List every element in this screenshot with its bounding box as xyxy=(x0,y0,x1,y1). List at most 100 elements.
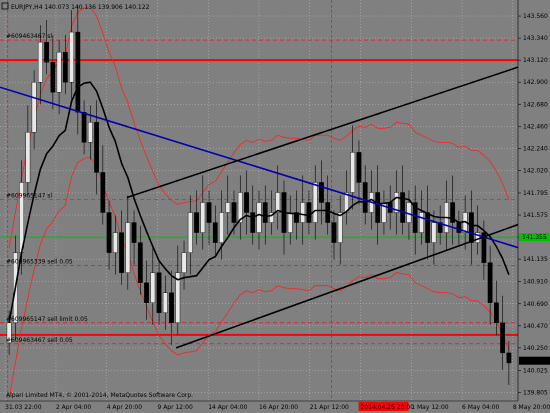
candle-body xyxy=(375,192,381,223)
candle-body xyxy=(75,31,81,113)
green-price-label: 141.355 xyxy=(522,234,547,241)
candle-body xyxy=(131,222,137,243)
time-label: 16 Apr 20:00 xyxy=(259,404,298,411)
candle-body xyxy=(162,292,168,313)
price-label: 142.240 xyxy=(523,145,548,152)
candle-body xyxy=(431,222,437,243)
candle-body xyxy=(231,202,237,223)
price-label: 140.250 xyxy=(523,345,548,352)
price-label: 142.460 xyxy=(523,123,548,130)
order-label: #609965339 sell 0.05 xyxy=(6,259,73,266)
candle-body xyxy=(425,212,431,243)
chart-header-text: EURJPY,H4 140.073 140.136 139.906 140.12… xyxy=(11,4,150,11)
candle-body xyxy=(325,202,331,223)
copyright-text: Alpari Limited MT4, © 2001-2014, MetaQuo… xyxy=(6,392,193,399)
candle-body xyxy=(137,242,143,283)
time-label: 2014.04.25 20:00 xyxy=(361,404,415,411)
candle-body xyxy=(69,31,74,83)
price-label: 141.135 xyxy=(523,256,548,263)
candle-body xyxy=(287,212,293,233)
candle-body xyxy=(456,222,462,233)
time-label: 4 Apr 20:00 xyxy=(107,404,142,411)
candle-body xyxy=(194,212,199,233)
candle-body xyxy=(356,152,362,183)
candle-body xyxy=(206,202,212,223)
current-price-label: 140.122 xyxy=(522,358,547,365)
price-label: 143.560 xyxy=(523,13,548,20)
candle-body xyxy=(350,152,356,193)
candle-body xyxy=(200,202,206,233)
price-label: 140.910 xyxy=(523,279,548,286)
order-label: #609965147 sl xyxy=(6,192,52,199)
candle-body xyxy=(106,212,112,253)
candle-body xyxy=(244,192,249,213)
chart-window[interactable]: #609463467 sl #609965147 sl #609965339 sel… xyxy=(0,0,550,413)
candle-body xyxy=(312,182,318,223)
time-axis: 31.03 22:00 2 Apr 04:00 4 Apr 20:00 9 Apr 1… xyxy=(0,400,550,411)
candle-body xyxy=(300,202,306,223)
candle-body xyxy=(275,192,281,213)
candle-body xyxy=(362,182,368,213)
candle-body xyxy=(219,212,224,243)
candle-body xyxy=(150,272,156,303)
price-label: 142.680 xyxy=(523,101,548,108)
candle-body xyxy=(500,322,506,354)
price-label: 141.575 xyxy=(523,212,548,219)
candle-body xyxy=(169,292,174,324)
time-label: 6 May 04:00 xyxy=(462,404,500,411)
candle-body xyxy=(331,222,337,243)
candle-body xyxy=(493,302,499,324)
candle-body xyxy=(94,122,99,173)
order-label: #609463467 sl xyxy=(6,33,52,40)
candle-body xyxy=(31,82,37,133)
order-label: #609463467 sell 0.05 xyxy=(6,337,73,344)
trendline-channel-upper[interactable] xyxy=(126,66,519,199)
candle-body xyxy=(62,51,68,83)
candle-body xyxy=(25,132,31,183)
candle-body xyxy=(262,202,268,223)
candle-body xyxy=(37,41,43,83)
candle-body xyxy=(44,41,49,63)
candle-body xyxy=(212,222,218,243)
time-label: 21 Apr 12:00 xyxy=(310,404,349,411)
candle-body xyxy=(469,212,474,243)
candle-body xyxy=(250,212,256,233)
candle-body xyxy=(56,51,62,93)
price-label: 142.020 xyxy=(523,167,548,174)
candle-body xyxy=(181,252,187,273)
candle-body xyxy=(81,112,87,143)
time-label: 9 Apr 12:00 xyxy=(157,404,192,411)
trendline-channel-lower[interactable] xyxy=(175,223,519,349)
price-label: 140.025 xyxy=(523,367,548,374)
candle-body xyxy=(100,172,106,213)
candle-body xyxy=(144,282,149,303)
candle-body xyxy=(256,202,262,233)
order-label: #609965147 sell limit 0.05 xyxy=(6,316,88,323)
candle-body xyxy=(156,272,162,313)
candle-body xyxy=(337,212,343,243)
candle-body xyxy=(50,61,56,93)
time-label: 1 May 12:00 xyxy=(411,404,449,411)
candle-body xyxy=(112,232,118,253)
candle-body xyxy=(487,262,493,303)
candle-body xyxy=(306,202,312,223)
price-label: 142.900 xyxy=(523,79,548,86)
chart-header: EURJPY,H4 140.073 140.136 139.906 140.12… xyxy=(1,2,150,11)
candle-body xyxy=(419,212,424,233)
time-label: 8 May 20:00 xyxy=(513,404,550,411)
candle-body xyxy=(225,202,231,213)
price-chart[interactable]: #609463467 sl #609965147 sl #609965339 sel… xyxy=(0,0,550,413)
price-label: 141.795 xyxy=(523,190,548,197)
candle-body xyxy=(119,232,124,273)
price-label: 140.470 xyxy=(523,323,548,330)
candle-body xyxy=(400,192,406,223)
price-label: 139.805 xyxy=(523,389,548,396)
candle-body xyxy=(125,222,131,273)
price-label: 143.340 xyxy=(523,35,548,42)
time-label: 14 Apr 04:00 xyxy=(208,404,247,411)
candle-body xyxy=(187,212,193,253)
price-axis: 143.560 143.340 143.120 142.900 142.680 142.4… xyxy=(517,0,550,401)
candle-body xyxy=(506,352,512,364)
time-label: 31.03 22:00 xyxy=(5,404,42,411)
price-label: 143.120 xyxy=(523,57,548,64)
